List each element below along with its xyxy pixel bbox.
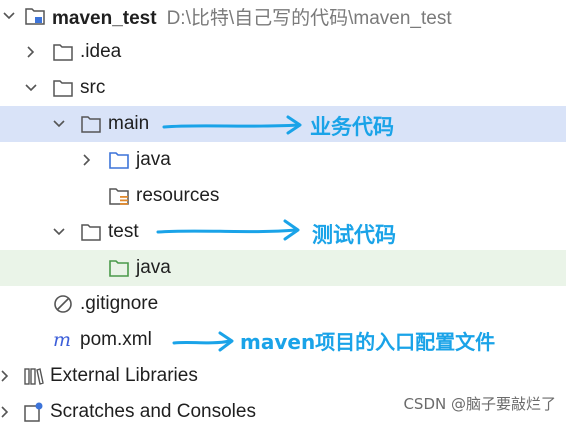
tree-row-idea[interactable]: .idea	[0, 34, 566, 70]
tree-label-resources: resources	[136, 185, 220, 206]
annotation-arrow-main	[162, 115, 302, 135]
tree-row-external-libraries[interactable]: External Libraries	[0, 358, 566, 394]
annotation-arrow-pom	[172, 331, 234, 352]
watermark: CSDN @脑子要敲烂了	[403, 395, 556, 413]
annotation-pom: maven项目的入口配置文件	[240, 330, 496, 354]
test-source-folder-icon	[108, 257, 130, 279]
ignored-file-icon	[52, 293, 74, 315]
project-title: maven_test D:\比特\自己写的代码\maven_test	[52, 3, 452, 30]
tree-label-test-java: java	[136, 257, 171, 278]
chevron-down-icon[interactable]	[52, 117, 66, 131]
folder-icon	[80, 221, 102, 243]
chevron-down-icon[interactable]	[2, 9, 16, 23]
source-folder-icon	[108, 149, 130, 171]
chevron-down-icon[interactable]	[52, 225, 66, 239]
project-path: D:\比特\自己写的代码\maven_test	[166, 7, 452, 29]
tree-label-pom: pom.xml	[80, 329, 152, 350]
folder-icon	[80, 113, 102, 135]
library-icon	[22, 365, 44, 387]
chevron-right-icon[interactable]	[80, 153, 94, 167]
project-folder-icon	[24, 5, 46, 27]
tree-label-src: src	[80, 77, 106, 98]
maven-m-icon: m	[52, 329, 74, 351]
chevron-right-icon[interactable]	[0, 369, 12, 383]
tree-row-resources[interactable]: resources	[0, 178, 566, 214]
svg-text:m: m	[53, 329, 71, 351]
annotation-main: 业务代码	[310, 115, 394, 139]
tree-row-src[interactable]: src	[0, 70, 566, 106]
tree-row-gitignore[interactable]: .gitignore	[0, 286, 566, 322]
tree-row-main-java[interactable]: java	[0, 142, 566, 178]
tree-label-test: test	[108, 221, 139, 242]
tree-label-main-java: java	[136, 149, 171, 170]
tree-label-main: main	[108, 113, 150, 134]
tree-row-project-root[interactable]: maven_test D:\比特\自己写的代码\maven_test	[0, 0, 566, 34]
chevron-down-icon[interactable]	[24, 81, 38, 95]
folder-icon	[52, 77, 74, 99]
chevron-right-icon[interactable]	[24, 45, 38, 59]
tree-label-external-libraries: External Libraries	[50, 365, 198, 386]
chevron-right-icon[interactable]	[0, 405, 12, 419]
annotation-arrow-test	[156, 219, 300, 241]
resources-folder-icon	[108, 185, 130, 207]
tree-label-gitignore: .gitignore	[80, 293, 159, 314]
annotation-test: 测试代码	[312, 223, 396, 247]
folder-icon	[52, 41, 74, 63]
project-name: maven_test	[52, 7, 157, 29]
tree-label-idea: .idea	[80, 41, 122, 62]
tree-row-test-java[interactable]: java	[0, 250, 566, 286]
